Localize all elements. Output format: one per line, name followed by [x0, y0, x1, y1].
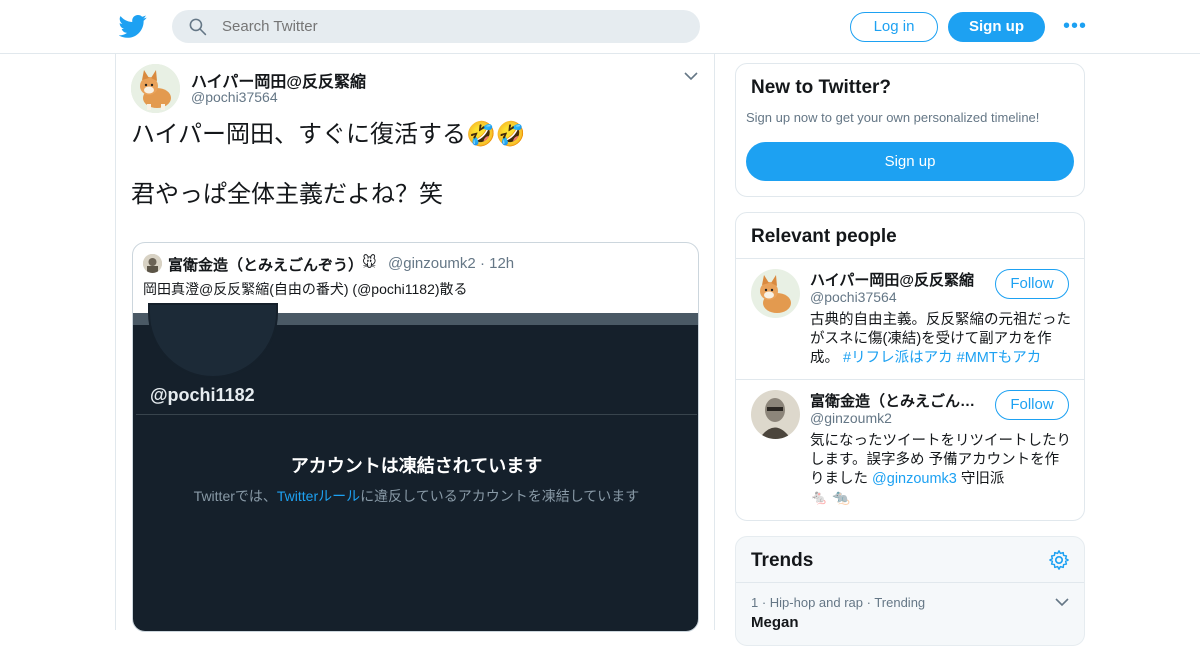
suspended-sub-suffix: に違反しているアカウントを凍結しています — [360, 488, 640, 504]
trend-meta: 1 · Hip-hop and rap · Trending — [751, 595, 926, 610]
signup-button[interactable]: Sign up — [948, 12, 1045, 42]
person-name[interactable]: ハイパー岡田@反反緊縮 — [810, 269, 980, 290]
person-bio: 古典的自由主義。反反緊縮の元祖だったがスネに傷(凍結)を受けて副アカを作成。 #… — [810, 311, 1072, 368]
new-to-twitter-panel: New to Twitter? Sign up now to get your … — [735, 63, 1085, 197]
person-bio: 気になったツイートをリツイートしたりします。誤字多め 予備アカウントを作りました… — [810, 432, 1072, 508]
quoted-author-avatar-image — [143, 254, 162, 273]
divider — [736, 582, 1084, 583]
corgi-avatar-image — [751, 269, 800, 318]
search-input[interactable] — [222, 10, 682, 43]
trend-name[interactable]: Megan — [751, 614, 799, 631]
avatar[interactable] — [751, 269, 800, 318]
twitter-bird-icon[interactable] — [119, 12, 147, 40]
corgi-avatar-image — [131, 64, 180, 113]
mention-link[interactable]: @ginzoumk3 — [872, 471, 957, 487]
more-options-icon[interactable]: ••• — [1063, 16, 1087, 36]
quoted-author-name[interactable]: 富衛金造（とみえごんぞう） — [168, 254, 363, 275]
search-bar[interactable] — [172, 10, 700, 43]
card-handle: @pochi1182 — [150, 385, 255, 405]
panel-subtitle: Sign up now to get your own personalized… — [746, 110, 1040, 125]
avatar[interactable] — [143, 254, 162, 273]
person-name[interactable]: 富衛金造（とみえごんぞう） — [810, 390, 980, 411]
bio-tail: 守旧派 — [960, 471, 1005, 487]
portrait-avatar-image — [751, 390, 800, 439]
mouse-emoji: 🐭 — [362, 254, 377, 270]
avatar[interactable] — [751, 390, 800, 439]
quoted-tweet-text: 岡田真澄@反反緊縮(自由の番犬) (@pochi1182)散る — [143, 281, 468, 297]
search-icon — [189, 18, 207, 36]
tweet-author-handle[interactable]: @pochi37564 — [191, 89, 278, 105]
person-handle[interactable]: @pochi37564 — [810, 289, 897, 305]
suspended-account-card[interactable]: @pochi1182 アカウントは凍結されています Twitterでは、Twit… — [133, 303, 698, 631]
divider — [136, 414, 697, 415]
relevant-people-panel: Relevant people ハイパー岡田@反反緊縮 @pochi37564 … — [735, 212, 1085, 521]
card-avatar-placeholder — [148, 303, 278, 378]
quoted-author-handle[interactable]: @ginzoumk2 · 12h — [388, 255, 514, 272]
person-card[interactable]: ハイパー岡田@反反緊縮 @pochi37564 Follow 古典的自由主義。反… — [736, 259, 1084, 379]
panel-title: New to Twitter? — [751, 77, 892, 98]
panel-title: Trends — [751, 550, 814, 571]
twitter-rules-link[interactable]: Twitterルール — [277, 488, 360, 504]
login-button[interactable]: Log in — [850, 12, 938, 42]
sidebar-signup-button[interactable]: Sign up — [746, 142, 1074, 181]
panel-title: Relevant people — [751, 226, 897, 247]
quoted-tweet[interactable]: 富衛金造（とみえごんぞう） 🐭 @ginzoumk2 · 12h 岡田真澄@反反… — [132, 242, 699, 632]
suspended-title: アカウントは凍結されています — [290, 456, 543, 476]
mouse-emoji: 🐁 🐀 — [810, 490, 851, 506]
tweet-text: ハイパー岡田、すぐに復活する🤣🤣 君やっぱ全体主義だよね？笑 — [131, 121, 526, 208]
person-card[interactable]: 富衛金造（とみえごんぞう） @ginzoumk2 Follow 気になったツイー… — [736, 380, 1084, 520]
gear-icon[interactable] — [1048, 549, 1070, 571]
quoted-time: · 12h — [479, 255, 515, 272]
follow-button[interactable]: Follow — [995, 269, 1069, 299]
suspended-sub-prefix: Twitterでは、 — [193, 488, 277, 504]
hashtag-link[interactable]: #リフレ派はアカ #MMTもアカ — [843, 350, 1041, 366]
chevron-down-icon[interactable] — [1055, 597, 1069, 607]
follow-button[interactable]: Follow — [995, 390, 1069, 420]
top-navigation-bar: Log in Sign up ••• — [0, 0, 1200, 54]
chevron-down-icon[interactable] — [683, 70, 699, 82]
person-handle[interactable]: @ginzoumk2 — [810, 410, 892, 426]
avatar[interactable] — [131, 64, 180, 113]
quoted-handle-text: @ginzoumk2 — [388, 255, 476, 272]
suspended-subtitle: Twitterでは、Twitterルールに違反しているアカウントを凍結しています — [133, 486, 698, 506]
main-timeline: ハイパー岡田@反反緊縮 @pochi37564 ハイパー岡田、すぐに復活する🤣🤣… — [115, 54, 715, 632]
